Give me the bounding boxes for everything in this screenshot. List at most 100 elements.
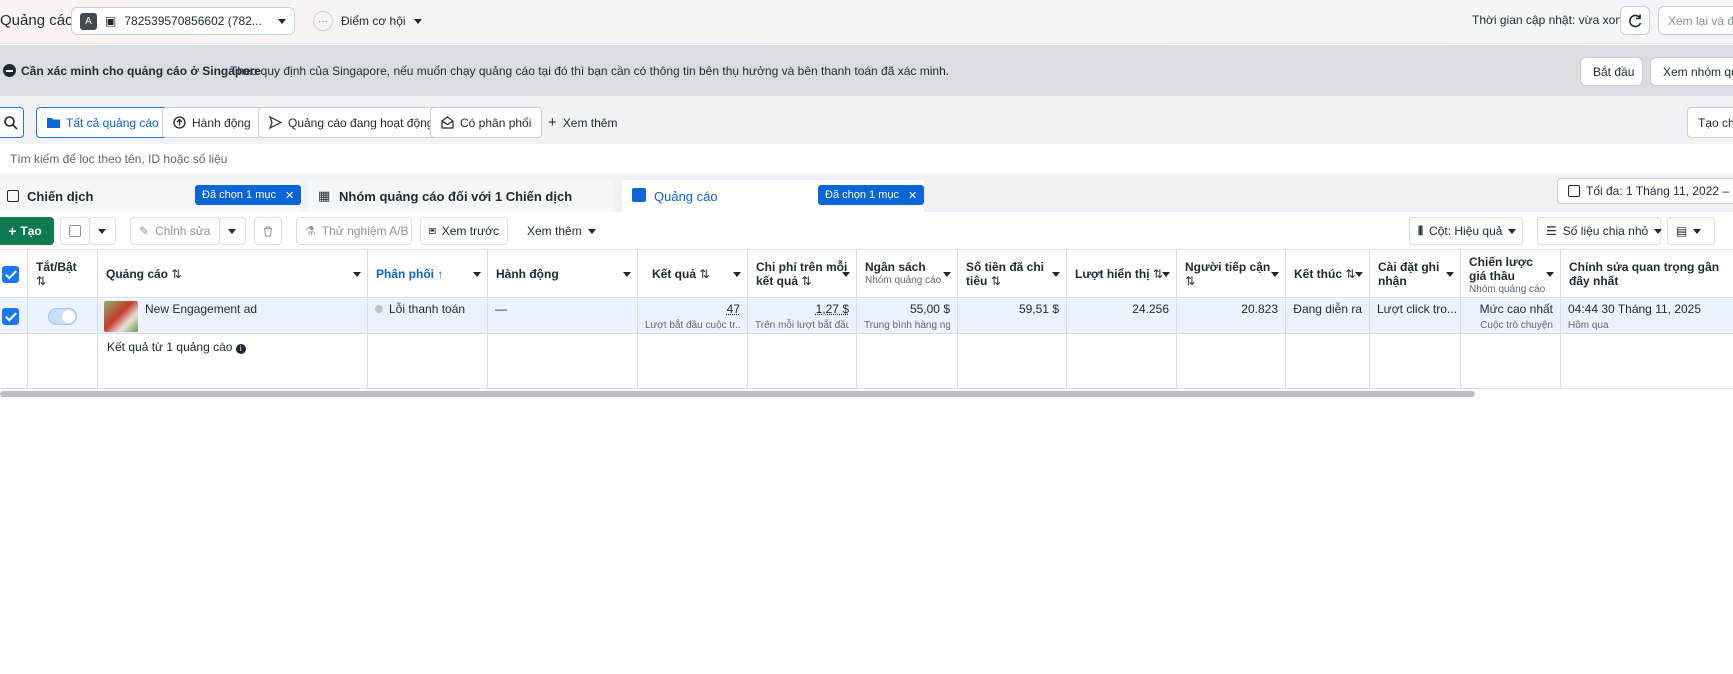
col-amount-spent[interactable]: Số tiền đã chi tiêu ⇅ [958, 250, 1067, 298]
horizontal-scrollbar[interactable] [0, 391, 1475, 397]
action-icon [173, 116, 186, 129]
results-value[interactable]: 47 [727, 302, 740, 316]
ads-selection-pill[interactable]: Đã chọn 1 mục ✕ [818, 185, 924, 205]
filter-all-ads[interactable]: Tất cả quảng cáo [36, 107, 170, 138]
chevron-down-icon[interactable] [1162, 272, 1170, 277]
filter-actions[interactable]: Hành động [162, 107, 262, 138]
more-label: Xem thêm [527, 224, 582, 238]
reports-button[interactable]: ▤ [1667, 217, 1715, 245]
preview-label: Xem trước [442, 224, 499, 238]
bid-type: Cuộc trò chuyện [1468, 319, 1553, 333]
search-button[interactable] [0, 107, 24, 138]
chevron-down-icon[interactable] [943, 272, 951, 277]
date-range-picker[interactable]: Tối đa: 1 Tháng 11, 2022 – 1 Thá [1557, 178, 1733, 204]
ab-test-button[interactable]: ⚗ Thử nghiệm A/B [296, 217, 412, 245]
chevron-down-icon[interactable] [842, 272, 850, 277]
col-bid-sub: Nhóm quảng cáo [1469, 283, 1552, 297]
ad-name[interactable]: New Engagement ad [145, 302, 257, 316]
chevron-down-icon[interactable] [353, 272, 361, 277]
col-last-edit[interactable]: Chỉnh sửa quan trọng gần đây nhất [1561, 250, 1733, 298]
ab-test-label: Thử nghiệm A/B [322, 224, 409, 238]
select-all-checkbox[interactable] [2, 266, 19, 283]
search-icon [3, 115, 19, 131]
tab-ads[interactable]: Quảng cáo Đã chọn 1 mục ✕ [622, 180, 924, 212]
ad-toggle[interactable] [48, 308, 77, 325]
col-impressions[interactable]: Lượt hiển thị ⇅ [1067, 250, 1177, 298]
edit-menu-button[interactable] [219, 217, 246, 245]
filter-active-ads[interactable]: Quảng cáo đang hoạt động [258, 107, 444, 138]
columns-icon: ⫴ [1418, 224, 1423, 239]
create-rule-button[interactable]: Tạo chỉ [1687, 107, 1733, 138]
search-row [0, 144, 1733, 174]
row-checkbox[interactable] [2, 308, 19, 325]
col-delivery[interactable]: Phân phối ↑ [368, 250, 488, 298]
col-toggle[interactable]: Tắt/Bật ⇅ [28, 250, 98, 298]
summary-divider [1286, 334, 1370, 389]
tab-campaigns[interactable]: Chiến dịch Đã chọn 1 mục ✕ [0, 180, 300, 212]
last-edit-value: 04:44 30 Tháng 11, 2025 [1568, 302, 1701, 316]
chevron-down-icon[interactable] [1052, 272, 1060, 277]
edit-label: Chỉnh sửa [155, 224, 210, 238]
plus-icon: + [548, 114, 557, 131]
columns-button[interactable]: ⫴ Cột: Hiệu quả [1409, 217, 1523, 245]
view-adsets-button[interactable]: Xem nhóm quả [1650, 57, 1733, 86]
summary-label: Kết quả từ 1 quảng cáo i [107, 340, 246, 354]
col-results-label: Kết quả [652, 267, 696, 281]
close-icon[interactable]: ✕ [908, 189, 917, 202]
summary-divider [368, 334, 488, 389]
col-budget[interactable]: Ngân sách Nhóm quảng cáo [857, 250, 958, 298]
delete-button[interactable] [254, 217, 282, 245]
chevron-down-icon[interactable] [733, 272, 741, 277]
duplicate-menu-button[interactable] [89, 217, 116, 245]
filter-delivering[interactable]: Có phân phối [430, 107, 542, 138]
review-publish-button[interactable]: Xem lại và đă [1658, 6, 1733, 35]
more-button[interactable]: Xem thêm [519, 217, 599, 245]
col-ad[interactable]: Quảng cáo ⇅ [98, 250, 368, 298]
info-icon[interactable]: i [236, 344, 246, 354]
summary-divider [488, 334, 638, 389]
col-reach[interactable]: Người tiếp cận ⇅ [1177, 250, 1286, 298]
col-actions[interactable]: Hành động [488, 250, 638, 298]
col-ends[interactable]: Kết thúc ⇅ [1286, 250, 1370, 298]
edit-button[interactable]: ✎ Chỉnh sửa [130, 217, 220, 245]
filter-more[interactable]: + Xem thêm [538, 107, 627, 138]
duplicate-icon [69, 225, 81, 237]
row-ends: Đang diễn ra [1286, 299, 1370, 334]
cost-value[interactable]: 1,27 $ [816, 302, 849, 316]
search-input[interactable]: Tìm kiếm để lọc theo tên, ID hoặc số liệ… [10, 152, 227, 166]
sort-icon: ⇅ [801, 274, 811, 288]
col-attribution[interactable]: Cài đặt ghi nhận [1370, 250, 1461, 298]
summary-divider [1177, 334, 1286, 389]
folder-icon [47, 117, 60, 128]
close-icon[interactable]: ✕ [285, 189, 294, 202]
chevron-down-icon[interactable] [1355, 272, 1363, 277]
row-ad-name[interactable]: New Engagement ad [98, 299, 368, 334]
col-results[interactable]: Kết quả ⇅ [638, 250, 748, 298]
chevron-down-icon[interactable] [1546, 272, 1554, 277]
filter-more-label: Xem thêm [563, 116, 618, 130]
duplicate-button[interactable] [60, 217, 90, 245]
start-button[interactable]: Bắt đầu [1580, 57, 1643, 86]
summary-divider [857, 334, 958, 389]
chevron-down-icon[interactable] [1446, 272, 1454, 277]
opportunity-score[interactable]: ··· Điểm cơ hội [313, 11, 422, 31]
row-attribution: Lượt click tro... [1370, 299, 1461, 334]
chevron-down-icon[interactable] [623, 272, 631, 277]
account-selector[interactable]: A ▣ 782539570856602 (782... [71, 7, 295, 35]
chevron-down-icon [588, 229, 596, 234]
tab-adsets[interactable]: ▦ Nhóm quảng cáo đối với 1 Chiến dịch [308, 180, 614, 212]
col-reach-label: Người tiếp cận [1185, 260, 1270, 274]
chevron-down-icon [98, 229, 106, 234]
breakdown-button[interactable]: ☰ Số liệu chia nhỏ [1537, 217, 1661, 245]
create-button[interactable]: + Tạo [0, 217, 54, 245]
refresh-button[interactable] [1620, 6, 1650, 35]
chevron-down-icon[interactable] [1271, 272, 1279, 277]
chevron-down-icon[interactable] [473, 272, 481, 277]
trash-icon [263, 225, 273, 238]
preview-button[interactable]: Xem trước [420, 217, 508, 245]
col-cost-per-result[interactable]: Chi phí trên mỗi kết quả ⇅ [748, 250, 857, 298]
flask-icon: ⚗ [305, 224, 316, 238]
col-bid-strategy[interactable]: Chiến lược giá thầu Nhóm quảng cáo [1461, 250, 1561, 298]
refresh-icon [1627, 13, 1643, 29]
campaign-selection-pill[interactable]: Đã chọn 1 mục ✕ [195, 185, 301, 205]
